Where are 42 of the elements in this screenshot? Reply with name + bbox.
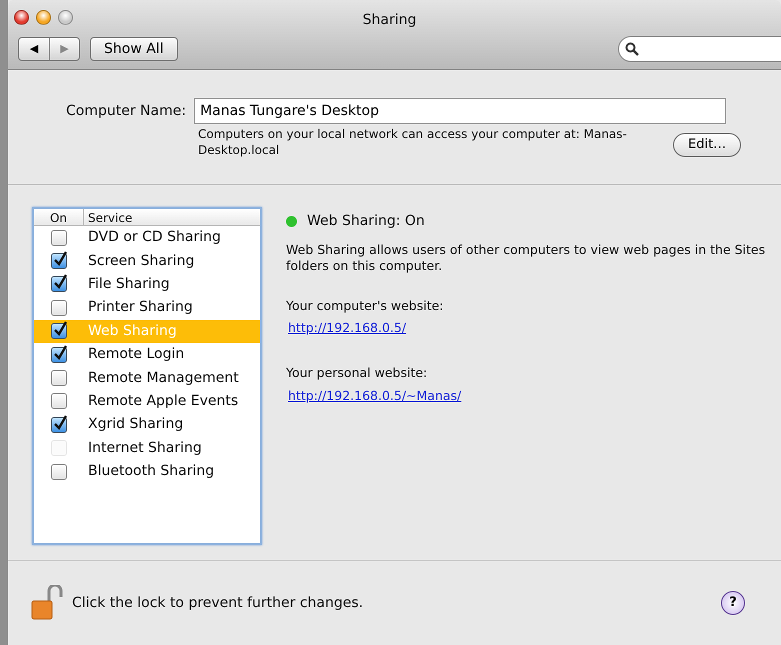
status-text: Web Sharing: On xyxy=(307,212,425,231)
checkbox[interactable] xyxy=(51,276,67,292)
back-button[interactable]: ◀ xyxy=(19,38,49,60)
checkbox[interactable] xyxy=(51,464,67,480)
column-header[interactable]: Service xyxy=(84,209,132,225)
service-row[interactable]: Printer Sharing xyxy=(34,296,260,320)
website-link[interactable]: http://192.168.0.5/~Manas/ xyxy=(288,386,462,406)
minimize-button[interactable] xyxy=(36,10,51,25)
service-row[interactable]: Remote Login xyxy=(34,342,260,366)
show-all-button[interactable]: Show All xyxy=(90,37,178,61)
service-row[interactable]: File Sharing xyxy=(34,272,260,296)
network-address-text: Computers on your local network can access your computer at: Manas-Desktop.local xyxy=(198,127,628,158)
service-row[interactable]: Bluetooth Sharing xyxy=(34,460,260,484)
edit-button[interactable]: Edit… xyxy=(673,133,742,157)
zoom-button[interactable] xyxy=(58,10,73,25)
computer-name-field[interactable]: Manas Tungare's Desktop xyxy=(194,98,726,124)
field-label: Computer Name: xyxy=(66,102,186,120)
lock-icon[interactable] xyxy=(30,585,64,621)
service-row[interactable]: DVD or CD Sharing xyxy=(34,226,260,250)
checkbox[interactable] xyxy=(51,323,67,340)
column-header[interactable]: On xyxy=(34,209,84,225)
link-label: Your personal website: xyxy=(286,364,428,382)
checkbox[interactable] xyxy=(51,300,67,316)
checkbox[interactable] xyxy=(51,346,67,363)
service-row[interactable]: Remote Apple Events xyxy=(34,390,260,414)
service-row[interactable]: Screen Sharing xyxy=(34,249,260,273)
link-label: Your computer's website: xyxy=(286,296,445,315)
window-title: Sharing xyxy=(362,11,416,30)
checkbox[interactable] xyxy=(51,230,67,246)
description-text: Web Sharing allows users of other computers to view web pages in the Sites folders on this computer. xyxy=(286,242,766,274)
service-row[interactable]: Xgrid Sharing xyxy=(34,413,260,437)
checkbox[interactable] xyxy=(51,393,67,410)
help-button[interactable]: ? xyxy=(721,591,745,615)
close-button[interactable] xyxy=(14,10,29,25)
lock-message: Click the lock to prevent further changes. xyxy=(72,594,364,612)
checkbox[interactable] xyxy=(51,370,67,386)
website-link[interactable]: http://192.168.0.5/ xyxy=(288,319,406,338)
checkbox[interactable] xyxy=(51,416,67,433)
checkbox[interactable] xyxy=(51,253,67,270)
search-icon xyxy=(625,42,639,56)
service-row[interactable]: Remote Management xyxy=(34,366,260,390)
search-field[interactable] xyxy=(618,36,781,62)
